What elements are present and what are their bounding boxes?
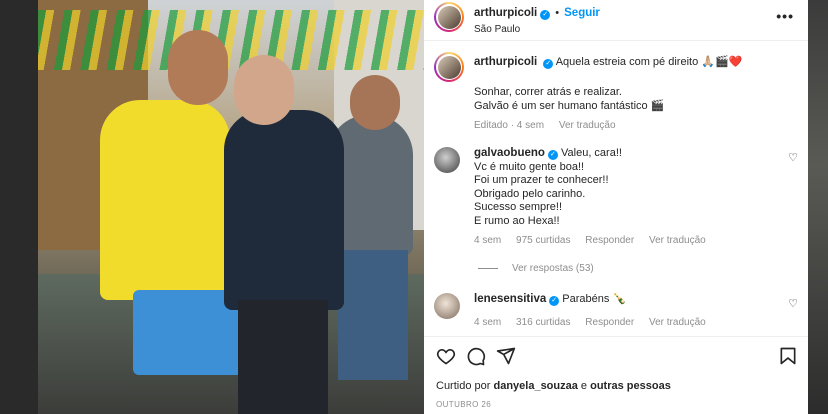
header-divider <box>424 40 808 41</box>
caption-username[interactable]: arthurpicoli <box>474 56 537 68</box>
comment-likes[interactable]: 975 curtidas <box>516 235 570 246</box>
comment-time: 4 sem <box>474 316 502 328</box>
view-replies-label: Ver respostas (53) <box>512 263 594 274</box>
liked-by-middle: e <box>580 380 588 392</box>
liked-by-others[interactable]: outras pessoas <box>590 380 671 392</box>
comment-text-line: Vc é muito gente boa!! <box>474 160 585 173</box>
comment-text-line: Obrigado pelo carinho. <box>474 187 586 200</box>
verified-icon: ✓ <box>543 59 554 69</box>
comment-translate-link[interactable]: Ver tradução <box>649 235 706 246</box>
author-avatar[interactable] <box>434 2 464 32</box>
post-location[interactable]: São Paulo <box>474 24 600 35</box>
post-header: arthurpicoli ✓ • Seguir São Paulo ••• <box>424 0 808 35</box>
comment-text-line: Foi um prazer te conhecer!! <box>474 174 609 186</box>
comment-text: Parabéns 🍾 <box>562 293 627 305</box>
post-date: OUTUBRO 26 <box>436 400 492 409</box>
more-icon[interactable]: ••• <box>776 8 794 24</box>
comment-translate-link[interactable]: Ver tradução <box>649 317 706 328</box>
reply-button[interactable]: Responder <box>585 235 634 246</box>
backdrop-right <box>808 0 828 414</box>
comment-like-icon[interactable]: ♡ <box>788 151 798 164</box>
bookmark-icon[interactable] <box>778 346 798 366</box>
verified-icon: ✓ <box>540 10 551 20</box>
view-replies-button[interactable]: Ver respostas (53) <box>478 263 594 274</box>
liked-by: Curtido por danyela_souzaa e outras pess… <box>436 380 671 392</box>
caption-translate-link[interactable]: Ver tradução <box>559 120 616 131</box>
comment-text: Valeu, cara!! <box>561 147 622 159</box>
comment-icon[interactable] <box>466 346 486 366</box>
commenter-avatar[interactable] <box>434 147 460 173</box>
caption-edited: Editado · 4 sem <box>474 120 545 131</box>
comment-text-line: Sucesso sempre!! <box>474 201 563 213</box>
caption-line-1: Aquela estreia com pé direito 🙏🏼🎬❤️ <box>555 56 743 68</box>
commenter-avatar[interactable] <box>434 293 460 319</box>
heart-icon[interactable] <box>436 346 456 366</box>
liked-by-user[interactable]: danyela_souzaa <box>493 380 577 392</box>
backdrop-left <box>0 0 38 414</box>
separator-dot: • <box>555 7 560 19</box>
comment-username[interactable]: lenesensitiva <box>474 293 546 305</box>
post-side-panel: arthurpicoli ✓ • Seguir São Paulo ••• arthu… <box>424 0 808 414</box>
follow-button[interactable]: Seguir <box>564 7 600 19</box>
verified-icon: ✓ <box>549 296 560 306</box>
reply-button[interactable]: Responder <box>585 317 634 328</box>
caption-line-2: Sonhar, correr atrás e realizar. <box>474 86 622 98</box>
comment-likes[interactable]: 316 curtidas <box>516 317 570 328</box>
verified-icon: ✓ <box>547 150 558 160</box>
caption-avatar[interactable] <box>434 52 464 82</box>
post-photo[interactable] <box>38 0 424 414</box>
share-icon[interactable] <box>496 346 516 366</box>
caption-line-3: Galvão é um ser humano fantástico 🎬 <box>474 100 665 112</box>
comment-text-line: E rumo ao Hexa!! <box>474 214 560 227</box>
actions-divider <box>424 336 808 337</box>
comment-time: 4 sem <box>474 235 502 246</box>
post-actions <box>436 346 800 368</box>
comment-like-icon[interactable]: ♡ <box>788 297 798 310</box>
author-username[interactable]: arthurpicoli <box>474 7 537 19</box>
comment-username[interactable]: galvaobueno <box>474 147 545 159</box>
liked-by-prefix: Curtido por <box>436 380 491 392</box>
